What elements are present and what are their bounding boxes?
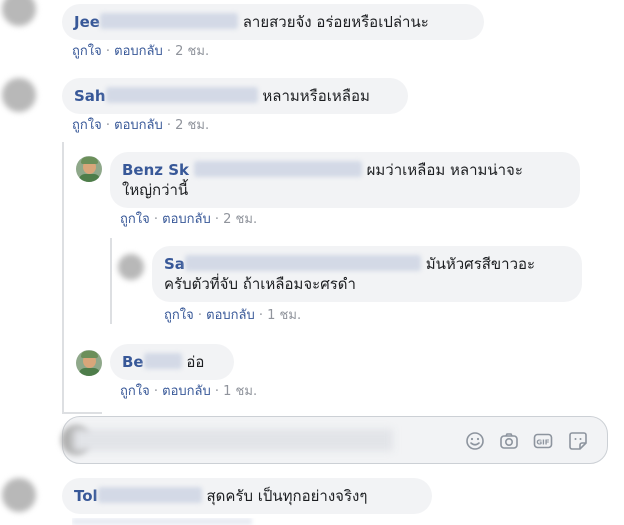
- redacted-name: [143, 353, 182, 369]
- comment-bubble: Sa มันหัวศรสีขาวอะ ครับตัวที่จับ ถ้าเหลื…: [152, 246, 582, 302]
- redacted-name: [193, 161, 362, 177]
- comment-text-line-2: ครับตัวที่จับ ถ้าเหลือมจะศรดำ: [164, 275, 356, 293]
- comment-text: มันหัวศรสีขาวอะ: [425, 255, 536, 273]
- separator: ·: [214, 212, 220, 227]
- thread-line: [62, 412, 102, 414]
- avatar[interactable]: [2, 78, 36, 112]
- separator: ·: [214, 384, 220, 399]
- comment-text: หลามหรือเหลือม: [262, 87, 370, 105]
- comment-bubble: Tol สุดครับ เป็นทุกอย่างจริงๆ: [62, 478, 432, 514]
- commenter-name[interactable]: Sah: [74, 87, 106, 105]
- avatar[interactable]: [76, 156, 102, 182]
- separator: ·: [258, 308, 264, 323]
- comment-actions: ถูกใจ · ตอบกลับ · 2 ชม.: [120, 212, 257, 228]
- commenter-name[interactable]: Be: [122, 353, 144, 371]
- comment-bubble: Sah หลามหรือเหลือม: [62, 78, 408, 114]
- reply-link[interactable]: ตอบกลับ: [114, 44, 163, 59]
- separator: ·: [153, 384, 158, 399]
- timestamp[interactable]: 2 ชม.: [175, 44, 209, 59]
- separator: ·: [105, 44, 110, 59]
- like-link[interactable]: ถูกใจ: [120, 384, 150, 399]
- thread-line: [110, 238, 112, 324]
- comment-text: ลายสวยจัง อร่อยหรือเปล่านะ: [242, 13, 429, 31]
- thread-line: [62, 142, 64, 414]
- comment-text-line-2: ใหญ่กว่านี้: [122, 181, 189, 199]
- comment-text: สุดครับ เป็นทุกอย่างจริงๆ: [206, 487, 368, 505]
- comment-bubble: Be อ่อ: [110, 344, 234, 380]
- comment-actions: ถูกใจ · ตอบกลับ · 1 ชม.: [164, 308, 301, 324]
- avatar[interactable]: [118, 254, 144, 280]
- commenter-name[interactable]: Sa: [164, 255, 185, 273]
- like-link[interactable]: ถูกใจ: [120, 212, 150, 227]
- redacted-name: [97, 487, 202, 503]
- reply-link[interactable]: ตอบกลับ: [114, 118, 163, 133]
- commenter-name[interactable]: Jee: [74, 13, 100, 31]
- redacted-name: [105, 87, 258, 103]
- reply-composer[interactable]: GIF: [61, 416, 608, 464]
- redacted-name: [99, 13, 238, 29]
- comment-text: ผมว่าเหลือม หลามน่าจะ: [366, 161, 523, 179]
- redacted-name: [184, 255, 421, 271]
- comment-actions-cutoff: [72, 518, 272, 525]
- timestamp[interactable]: 2 ชม.: [175, 118, 209, 133]
- separator: ·: [197, 308, 202, 323]
- comment-actions: ถูกใจ · ตอบกลับ · 2 ชม.: [72, 118, 209, 134]
- reply-input[interactable]: [73, 429, 393, 451]
- commenter-name[interactable]: Tol: [74, 487, 98, 505]
- separator: ·: [105, 118, 110, 133]
- separator: ·: [166, 44, 172, 59]
- comment-actions: ถูกใจ · ตอบกลับ · 2 ชม.: [72, 44, 209, 60]
- like-link[interactable]: ถูกใจ: [72, 44, 102, 59]
- avatar[interactable]: [76, 350, 102, 376]
- avatar[interactable]: [2, 478, 36, 512]
- separator: ·: [166, 118, 172, 133]
- comment-actions: ถูกใจ · ตอบกลับ · 1 ชม.: [120, 384, 257, 400]
- comment-bubble: Jee ลายสวยจัง อร่อยหรือเปล่านะ: [62, 4, 484, 40]
- comment-text: อ่อ: [186, 353, 205, 371]
- reply-link[interactable]: ตอบกลับ: [162, 212, 211, 227]
- camera-icon[interactable]: [499, 431, 519, 451]
- svg-text:GIF: GIF: [536, 439, 549, 447]
- timestamp[interactable]: 1 ชม.: [223, 384, 257, 399]
- timestamp[interactable]: 1 ชม.: [267, 308, 301, 323]
- comment-bubble: Benz Sk ผมว่าเหลือม หลามน่าจะ ใหญ่กว่านี…: [110, 152, 580, 208]
- sticker-icon[interactable]: [568, 431, 588, 451]
- like-link[interactable]: ถูกใจ: [72, 118, 102, 133]
- emoji-icon[interactable]: [465, 431, 485, 451]
- gif-icon[interactable]: GIF: [533, 431, 553, 451]
- like-link[interactable]: ถูกใจ: [164, 308, 194, 323]
- commenter-name[interactable]: Benz Sk: [122, 161, 189, 179]
- separator: ·: [153, 212, 158, 227]
- reply-link[interactable]: ตอบกลับ: [206, 308, 255, 323]
- reply-link[interactable]: ตอบกลับ: [162, 384, 211, 399]
- avatar[interactable]: [2, 0, 36, 26]
- timestamp[interactable]: 2 ชม.: [223, 212, 257, 227]
